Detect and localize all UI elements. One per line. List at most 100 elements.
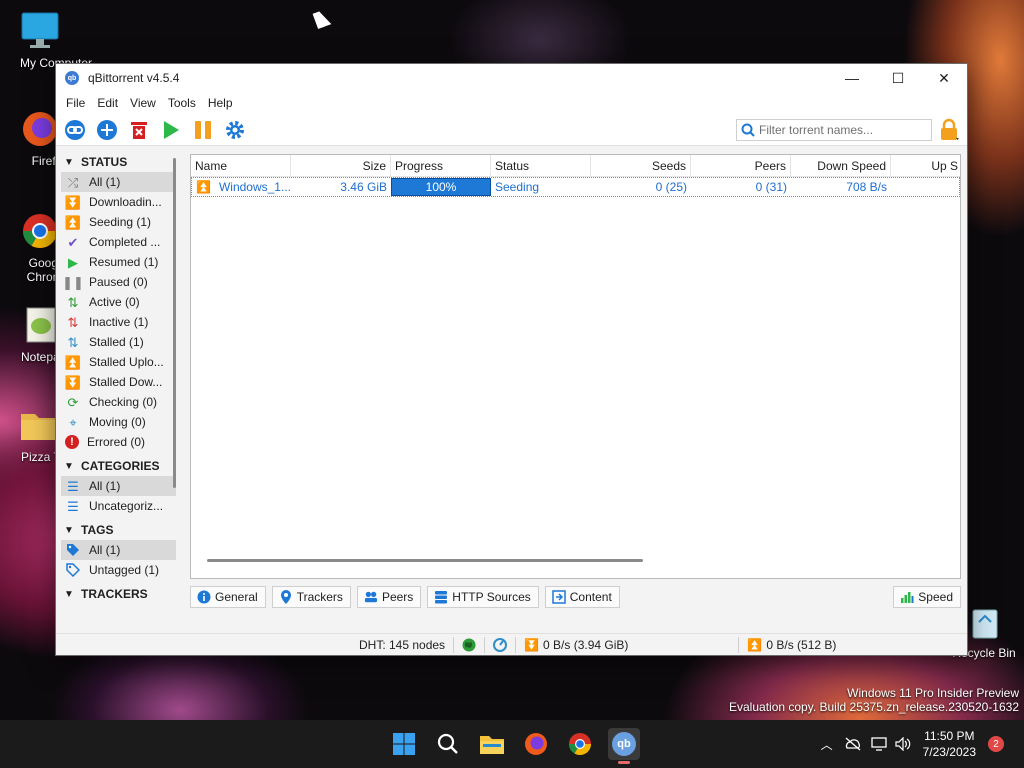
category-item-uncategorized[interactable]: ☰ Uncategoriz... (61, 496, 176, 516)
checkmark-icon: ✔ (67, 234, 79, 250)
categories-section-header[interactable]: ▼ CATEGORIES (61, 456, 176, 476)
status-filter-label: Resumed (1) (89, 255, 159, 269)
clock[interactable]: 11:50 PM 7/23/2023 (923, 728, 976, 760)
tags-section-header[interactable]: ▼ TAGS (61, 520, 176, 540)
column-header-name[interactable]: Name (191, 155, 291, 177)
status-section-header[interactable]: ▼ STATUS (61, 152, 176, 172)
server-icon (434, 590, 448, 604)
search-icon (437, 733, 458, 754)
menu-help[interactable]: Help (202, 96, 239, 110)
status-filter-item[interactable]: ⇅ Stalled (1) (61, 332, 176, 352)
options-button[interactable] (222, 117, 248, 143)
stalled-upload-icon: ⏫ (64, 354, 82, 370)
maximize-button[interactable]: ☐ (875, 64, 921, 92)
title-bar[interactable]: qb qBittorrent v4.5.4 — ☐ ✕ (56, 64, 967, 92)
volume-icon[interactable] (891, 737, 915, 751)
torrent-filter-box[interactable] (736, 118, 932, 141)
tab-trackers[interactable]: Trackers (271, 586, 351, 608)
minimize-button[interactable]: — (829, 64, 875, 92)
taskbar-qbittorrent[interactable]: qb (608, 728, 640, 764)
download-speed-status[interactable]: 0 B/s (3.94 GiB) (543, 638, 628, 652)
display-icon[interactable] (867, 737, 891, 751)
tag-item-label: Untagged (1) (89, 563, 160, 577)
chevron-down-icon: ▼ (64, 524, 74, 536)
menu-view[interactable]: View (124, 96, 162, 110)
horizontal-scrollbar[interactable] (207, 559, 643, 562)
delete-button[interactable] (126, 117, 152, 143)
status-filter-item[interactable]: ⏫ Stalled Uplo... (61, 352, 176, 372)
status-filter-item[interactable]: ⏫ Seeding (1) (61, 212, 176, 232)
tab-speed[interactable]: Speed (893, 586, 961, 608)
upload-speed-status[interactable]: 0 B/s (512 B) (766, 638, 836, 652)
divider (453, 636, 455, 653)
sidebar-scrollbar[interactable] (173, 158, 176, 488)
status-filter-item[interactable]: ! Errored (0) (61, 432, 176, 452)
pause-button[interactable] (190, 117, 216, 143)
status-filter-item[interactable]: ⏬ Stalled Dow... (61, 372, 176, 392)
status-filter-item[interactable]: ⤮ All (1) (61, 172, 176, 192)
taskbar-file-explorer[interactable] (476, 728, 508, 760)
clock-time: 11:50 PM (924, 729, 975, 743)
column-header-progress[interactable]: Progress (391, 155, 491, 177)
column-header-up-speed[interactable]: Up S (891, 155, 960, 177)
tag-item-label: All (1) (89, 543, 121, 557)
status-filter-item[interactable]: ⏬ Downloadin... (61, 192, 176, 212)
trackers-section-header[interactable]: ▼ TRACKERS (61, 584, 176, 604)
file-explorer-icon (480, 736, 504, 754)
status-filter-label: Moving (0) (89, 415, 146, 429)
upload-icon: ⏫ (64, 214, 82, 230)
inactive-arrows-icon: ⇅ (67, 314, 79, 330)
start-button[interactable] (388, 728, 420, 760)
taskbar-search-button[interactable] (432, 728, 464, 760)
cell-progress: 100% (391, 178, 491, 196)
lock-button[interactable] (937, 117, 961, 143)
category-item-all[interactable]: ☰ All (1) (61, 476, 176, 496)
column-header-size[interactable]: Size (291, 155, 391, 177)
resume-button[interactable] (158, 117, 184, 143)
column-header-seeds[interactable]: Seeds (591, 155, 691, 177)
list-icon: ☰ (67, 478, 79, 494)
status-filter-item[interactable]: ⟳ Checking (0) (61, 392, 176, 412)
menu-edit[interactable]: Edit (91, 96, 124, 110)
column-header-status[interactable]: Status (491, 155, 591, 177)
alt-speed-icon[interactable] (493, 637, 508, 652)
tab-general[interactable]: General (190, 586, 266, 608)
globe-icon[interactable] (462, 638, 476, 652)
status-filter-item[interactable]: ⇅ Active (0) (61, 292, 176, 312)
column-header-down-speed[interactable]: Down Speed (791, 155, 891, 177)
torrent-table: Name Size Progress Status Seeds Peers Do… (190, 154, 961, 579)
divider (484, 636, 486, 653)
add-torrent-button[interactable] (94, 117, 120, 143)
tag-item-untagged[interactable]: Untagged (1) (61, 560, 176, 580)
download-speed-icon: ⏬ (524, 637, 540, 652)
status-filter-item[interactable]: ▶ Resumed (1) (61, 252, 176, 272)
tab-peers[interactable]: Peers (356, 586, 422, 608)
column-header-peers[interactable]: Peers (691, 155, 791, 177)
cell-seeds: 0 (25) (655, 180, 687, 194)
menu-file[interactable]: File (60, 96, 91, 110)
close-button[interactable]: ✕ (921, 64, 967, 92)
status-filter-item[interactable]: ⇅ Inactive (1) (61, 312, 176, 332)
play-icon: ▶ (68, 254, 78, 270)
taskbar-chrome[interactable] (564, 728, 596, 760)
status-bar: DHT: 145 nodes ⏬ 0 B/s (3.94 GiB) ⏫ 0 B/… (56, 633, 967, 655)
qbittorrent-window: qb qBittorrent v4.5.4 — ☐ ✕ File Edit Vi… (55, 63, 968, 656)
table-row[interactable]: ⏫ Windows_1... 3.46 GiB 100% Seeding 0 (… (191, 177, 960, 197)
status-filter-item[interactable]: ❚❚ Paused (0) (61, 272, 176, 292)
status-filter-label: Stalled Dow... (89, 375, 163, 389)
network-off-icon[interactable] (839, 737, 867, 751)
add-link-button[interactable] (62, 117, 88, 143)
menu-tools[interactable]: Tools (162, 96, 202, 110)
torrent-filter-input[interactable] (759, 122, 929, 137)
progress-text: 100% (425, 180, 457, 194)
tag-item-all[interactable]: All (1) (61, 540, 176, 560)
notification-badge[interactable]: 2 (988, 736, 1004, 752)
status-filter-item[interactable]: ⌖ Moving (0) (61, 412, 176, 432)
taskbar-firefox[interactable] (520, 728, 552, 760)
add-torrent-icon (97, 119, 117, 140)
tab-http-sources[interactable]: HTTP Sources (427, 586, 539, 608)
status-filter-item[interactable]: ✔ Completed ... (61, 232, 176, 252)
chevron-up-icon[interactable]: ︿ (815, 736, 839, 753)
tab-content[interactable]: Content (544, 586, 620, 608)
table-header: Name Size Progress Status Seeds Peers Do… (191, 155, 960, 177)
